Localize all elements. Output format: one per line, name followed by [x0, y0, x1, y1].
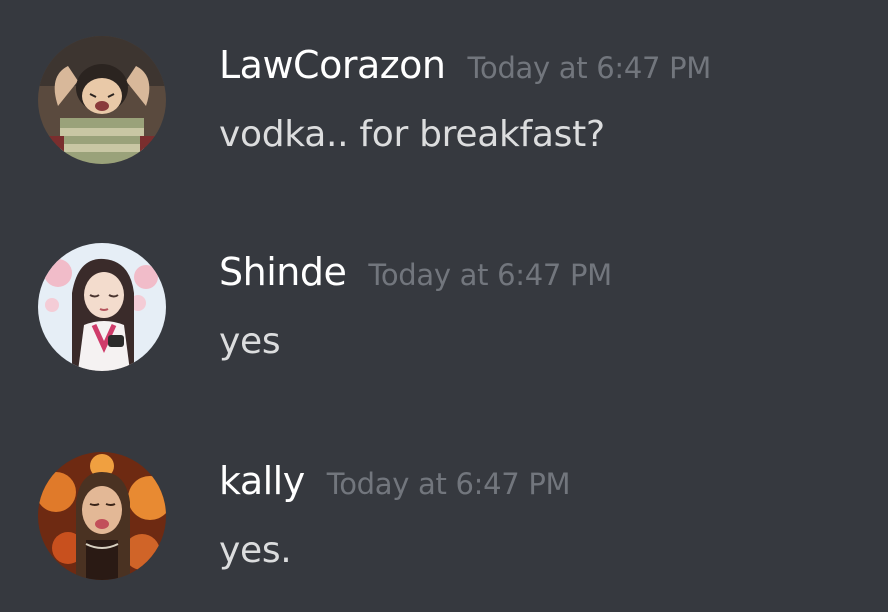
message-content: yes.: [219, 530, 292, 571]
timestamp: Today at 6:47 PM: [368, 258, 612, 292]
user-avatar[interactable]: [38, 36, 166, 164]
message-header: kally Today at 6:47 PM: [219, 457, 571, 513]
chat-messages-area: LawCorazon Today at 6:47 PM vodka.. for b…: [0, 0, 888, 612]
message-header: LawCorazon Today at 6:47 PM: [219, 41, 711, 97]
message-content: yes: [219, 321, 281, 362]
anime-girl-kimono-avatar-icon: [38, 243, 166, 371]
message-item: LawCorazon Today at 6:47 PM vodka.. for b…: [0, 36, 888, 176]
message-header: Shinde Today at 6:47 PM: [219, 248, 612, 304]
timestamp: Today at 6:47 PM: [467, 51, 712, 85]
message-content: vodka.. for breakfast?: [219, 114, 605, 155]
user-avatar[interactable]: [38, 452, 166, 580]
message-item: kally Today at 6:47 PM yes.: [0, 452, 888, 592]
anime-boy-avatar-icon: [38, 36, 166, 164]
user-avatar[interactable]: [38, 243, 166, 371]
username[interactable]: LawCorazon: [219, 43, 446, 87]
username[interactable]: Shinde: [219, 250, 347, 294]
timestamp: Today at 6:47 PM: [326, 467, 571, 501]
username[interactable]: kally: [219, 459, 305, 503]
message-item: Shinde Today at 6:47 PM yes: [0, 243, 888, 383]
photo-girl-avatar-icon: [38, 452, 166, 580]
